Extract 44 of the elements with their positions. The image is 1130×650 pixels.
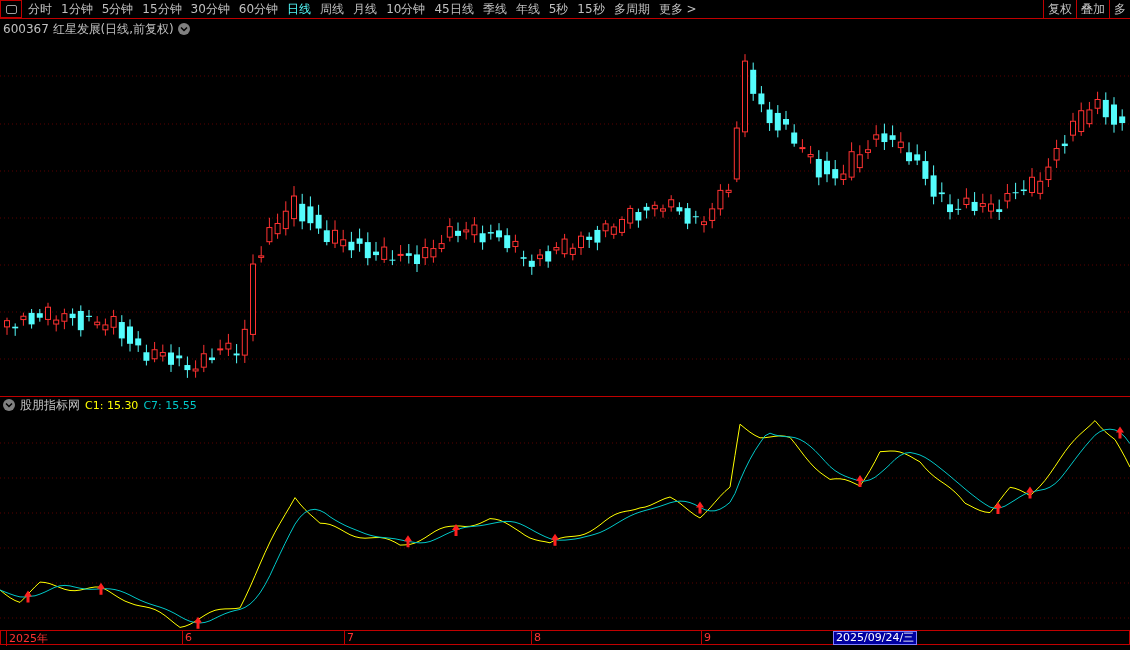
up-arrow-icon [1026,486,1034,499]
period-tab[interactable]: 更多 > [658,0,697,18]
panel-toggle-button[interactable] [0,0,22,18]
period-tab[interactable]: 季线 [482,0,507,18]
period-tab[interactable]: 年线 [515,0,540,18]
time-axis-label: 2025年 [6,631,48,646]
up-arrow-icon [97,582,105,595]
up-arrow-icon [551,533,559,546]
up-arrow-icon [1116,426,1124,439]
cursor-date-label: 2025/09/24/三 [833,631,918,645]
period-tab[interactable]: 周线 [320,0,345,18]
toolbar-button[interactable]: 叠加 [1076,0,1109,18]
stock-title: 600367 红星发展(日线,前复权) [3,20,174,38]
up-arrow-icon [24,590,32,603]
indicator-reading: C1: 15.30 [85,398,139,412]
indicator-name: 股朋指标网 [20,396,80,414]
period-tab[interactable]: 30分钟 [190,0,230,18]
period-tab[interactable]: 15秒 [577,0,605,18]
period-tab[interactable]: 1分钟 [61,0,93,18]
period-tab[interactable]: 月线 [353,0,378,18]
up-arrow-icon [696,501,704,514]
period-tab[interactable]: 60分钟 [238,0,279,18]
period-tab[interactable]: 多周期 [613,0,650,18]
period-tab[interactable]: 5秒 [548,0,569,18]
period-tab[interactable]: 45日线 [434,0,474,18]
toolbar-button[interactable]: 多 [1109,0,1130,18]
up-arrow-icon [404,535,412,548]
indicator-reading: C7: 15.55 [143,398,197,412]
period-tab[interactable]: 分时 [28,0,52,18]
time-axis-label: 9 [701,631,711,644]
period-tab[interactable]: 15分钟 [142,0,182,18]
dropdown-icon[interactable] [177,23,190,35]
up-arrow-icon [194,616,202,629]
time-axis-label: 7 [344,631,354,644]
up-arrow-icon [856,475,864,488]
period-tab[interactable]: 5分钟 [101,0,134,18]
up-arrow-icon [452,523,460,536]
up-arrow-icon [994,502,1002,515]
dropdown-icon[interactable] [3,399,15,411]
time-axis-label: 8 [531,631,541,644]
period-tab[interactable]: 10分钟 [386,0,426,18]
period-tab[interactable]: 日线 [287,0,312,18]
time-axis-label: 6 [182,631,192,644]
toolbar-button[interactable]: 复权 [1043,0,1076,18]
